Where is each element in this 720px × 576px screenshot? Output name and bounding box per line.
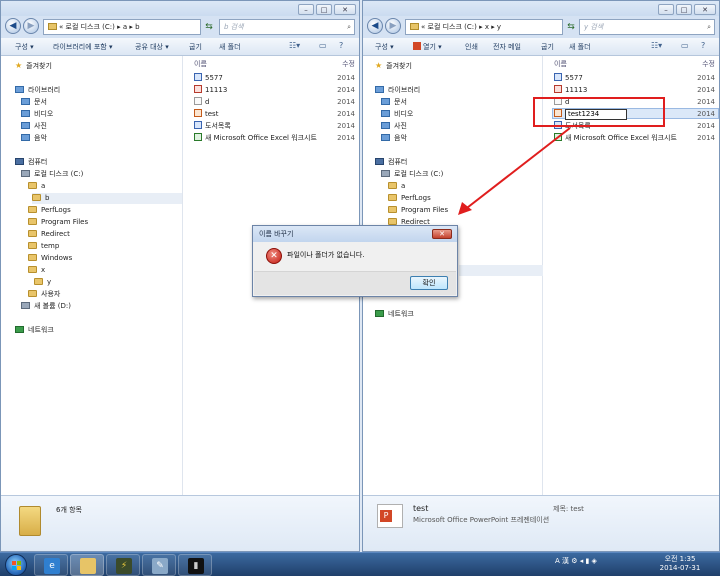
rename-error-dialog: 이름 바꾸기 ✕ ✕ 파일이나 폴더가 없습니다. 확인: [252, 225, 458, 297]
clock-time: 오전 1:35: [664, 555, 696, 563]
dialog-button-bar: 확인: [254, 271, 456, 295]
dialog-message: 파일이나 폴더가 없습니다.: [287, 251, 365, 259]
dialog-close-button[interactable]: ✕: [432, 229, 452, 239]
command-prompt-icon: ▮: [188, 558, 204, 574]
windows-logo-icon: [12, 561, 16, 565]
internet-explorer-icon: e: [44, 558, 60, 574]
clock[interactable]: 오전 1:35 2014-07-31: [650, 555, 710, 573]
taskbar: e ⚡ ✎ ▮ A 漢 ⚙ ◂ ▮ ◈ 오전 1:35 2014-07-31: [0, 552, 720, 576]
start-button[interactable]: [5, 554, 27, 576]
lightning-icon: ⚡: [116, 558, 132, 574]
paint-icon: ✎: [152, 558, 168, 574]
arrow-head: [458, 202, 472, 215]
clock-date: 2014-07-31: [659, 564, 701, 572]
taskbar-app4[interactable]: ✎: [142, 554, 176, 576]
taskbar-cmd[interactable]: ▮: [178, 554, 212, 576]
taskbar-ie[interactable]: e: [34, 554, 68, 576]
ok-button[interactable]: 확인: [410, 276, 448, 290]
taskbar-app3[interactable]: ⚡: [106, 554, 140, 576]
folder-icon: [80, 558, 96, 574]
system-tray[interactable]: A 漢 ⚙ ◂ ▮ ◈: [555, 556, 597, 566]
taskbar-explorer[interactable]: [70, 554, 104, 576]
dialog-title[interactable]: 이름 바꾸기: [253, 226, 457, 242]
arrow-line: [462, 127, 571, 212]
error-icon: ✕: [266, 248, 282, 264]
